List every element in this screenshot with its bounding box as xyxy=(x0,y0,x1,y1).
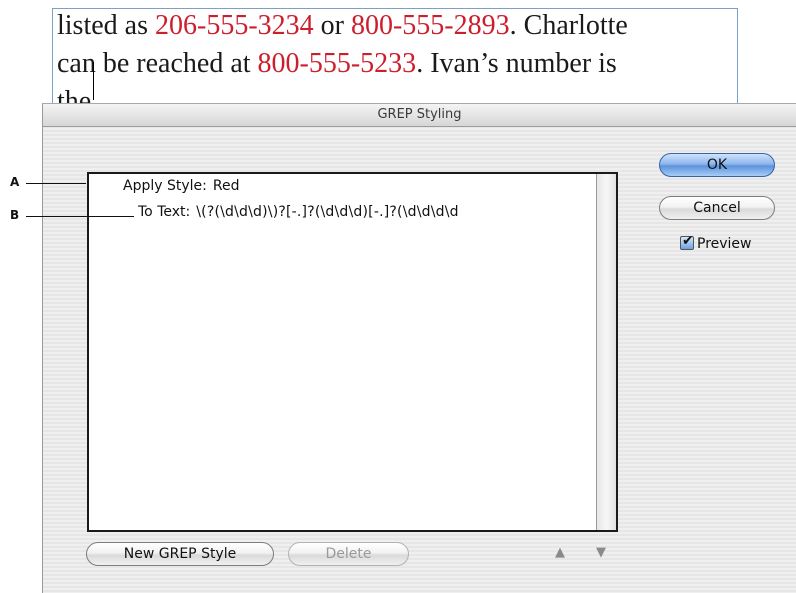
doc-text-run: the xyxy=(57,86,92,103)
doc-line-3: the xyxy=(57,83,737,103)
preview-option[interactable]: Preview xyxy=(680,233,752,252)
apply-style-value[interactable]: Red xyxy=(213,178,240,194)
dialog-title: GREP Styling xyxy=(43,104,796,127)
cancel-button[interactable]: Cancel xyxy=(659,196,775,220)
delete-button[interactable]: Delete xyxy=(288,542,409,566)
phone-number: 206-555-3234 xyxy=(155,10,314,41)
doc-line-2: can be reached at 800-555-5233. Ivan’s n… xyxy=(57,45,737,83)
doc-text-run: can be reached at xyxy=(57,48,258,79)
doc-text-run: or xyxy=(313,10,351,41)
doc-text-run: . Charlotte xyxy=(509,10,628,41)
doc-text-run: listed as xyxy=(57,10,155,41)
document-text[interactable]: listed as 206-555-3234 or 800-555-2893. … xyxy=(57,9,737,103)
to-text-value[interactable]: \(?(\d\d\d)\)?[-.]?(\d\d\d)[-.]?(\d\d\d\… xyxy=(196,204,458,220)
preview-label: Preview xyxy=(697,236,752,252)
doc-text-run: . Ivan’s number is xyxy=(416,48,617,79)
document-text-frame[interactable]: listed as 206-555-3234 or 800-555-2893. … xyxy=(52,8,738,103)
ok-button[interactable]: OK xyxy=(659,153,775,177)
doc-line-1: listed as 206-555-3234 or 800-555-2893. … xyxy=(57,9,737,45)
apply-style-label: Apply Style: xyxy=(123,178,207,194)
callout-a-line xyxy=(26,183,86,184)
move-up-icon[interactable]: ▲ xyxy=(555,545,565,560)
to-text-row[interactable]: To Text: \(?(\d\d\d)\)?[-.]?(\d\d\d)[-.]?… xyxy=(138,204,598,220)
move-down-icon[interactable]: ▼ xyxy=(596,545,606,560)
callout-b-label: B xyxy=(10,208,20,222)
phone-number: 800-555-2893 xyxy=(350,10,510,41)
list-scrollbar[interactable] xyxy=(596,174,616,530)
phone-number: 800-555-5233 xyxy=(257,48,417,79)
text-cursor xyxy=(93,62,94,100)
callout-a-label: A xyxy=(10,175,20,189)
to-text-label: To Text: xyxy=(138,204,191,220)
grep-style-list[interactable]: Apply Style: Red To Text: \(?(\d\d\d)\)?[-… xyxy=(87,172,618,532)
new-grep-style-button[interactable]: New GREP Style xyxy=(86,542,274,566)
grep-styling-dialog: GREP Styling Apply Style: Red To Text: \(?… xyxy=(42,103,796,593)
preview-checkbox[interactable] xyxy=(680,233,694,250)
callout-b-line xyxy=(26,216,134,217)
apply-style-row[interactable]: Apply Style: Red xyxy=(123,178,239,194)
